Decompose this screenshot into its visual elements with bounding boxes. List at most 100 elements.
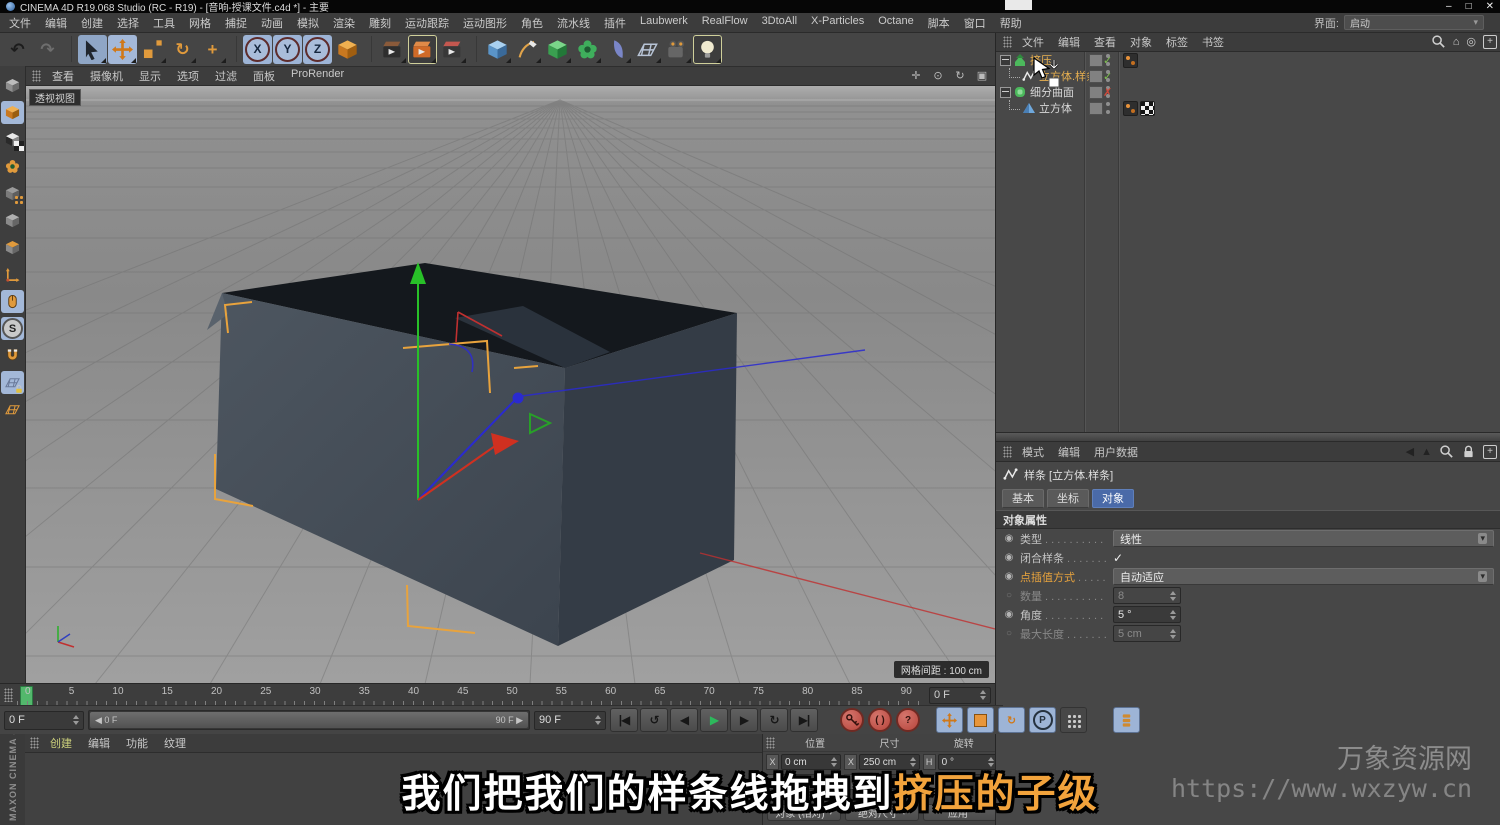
scale-key-toggle[interactable] <box>967 707 994 733</box>
panel-grip-icon[interactable] <box>766 737 775 749</box>
menu-item[interactable]: 脚本 <box>921 15 957 31</box>
enabled-state[interactable]: ✓ <box>1103 54 1112 67</box>
menu-item[interactable]: X-Particles <box>804 15 871 31</box>
expand-toggle-icon[interactable] <box>1000 55 1011 66</box>
stepper-icon[interactable] <box>980 690 986 700</box>
material-menu-item[interactable]: 纹理 <box>156 735 194 751</box>
om-home-icon[interactable]: ⌂ <box>1453 36 1460 48</box>
layer-chip[interactable] <box>1089 102 1103 115</box>
close-button[interactable]: ✕ <box>1486 1 1494 12</box>
prev-frame-button[interactable]: ◀ <box>670 708 698 732</box>
snap-toggle-button[interactable]: S <box>1 317 24 340</box>
mesh-mode-button[interactable] <box>1 155 24 178</box>
menu-item[interactable]: 运动跟踪 <box>398 15 456 31</box>
z-axis-lock-button[interactable]: Z <box>303 35 332 64</box>
menu-item[interactable]: 网格 <box>182 15 218 31</box>
lock-workplane-button[interactable] <box>1 371 24 394</box>
am-search-icon[interactable] <box>1439 444 1454 459</box>
menu-item[interactable]: 文件 <box>2 15 38 31</box>
object-manager-menu-item[interactable]: 文件 <box>1015 34 1051 50</box>
parameter-key-toggle[interactable]: P <box>1029 707 1056 733</box>
magnet-snap-button[interactable] <box>1 344 24 367</box>
angle-field[interactable]: 5 ° <box>1113 606 1181 623</box>
viewport-menu-item[interactable]: 过滤 <box>207 68 245 84</box>
generators-button[interactable] <box>543 35 572 64</box>
menu-item[interactable]: 动画 <box>254 15 290 31</box>
workplane-grid-button[interactable] <box>1 398 24 421</box>
object-row-cube[interactable]: 立方体 <box>996 100 1500 116</box>
stepper-icon[interactable] <box>595 715 601 725</box>
menu-item[interactable]: 3DtoAll <box>755 15 804 31</box>
object-manager-menu-item[interactable]: 对象 <box>1123 34 1159 50</box>
object-row-extrude[interactable]: 挤压 ✓ <box>996 52 1500 68</box>
texture-mode-button[interactable] <box>1 128 24 151</box>
stepper-icon[interactable] <box>1170 629 1176 639</box>
deformers-button[interactable] <box>573 35 602 64</box>
coordinate-system-button[interactable] <box>333 35 362 64</box>
polygons-mode-button[interactable] <box>1 236 24 259</box>
stepper-icon[interactable] <box>1170 591 1176 601</box>
menu-item[interactable]: 角色 <box>514 15 550 31</box>
texture-tag-icon[interactable] <box>1140 101 1155 116</box>
next-frame-button[interactable]: ▶ <box>730 708 758 732</box>
redo-button[interactable]: ↷ <box>33 35 62 64</box>
y-axis-lock-button[interactable]: Y <box>273 35 302 64</box>
stepper-icon[interactable] <box>73 715 79 725</box>
close-spline-checkbox[interactable]: ✓ <box>1113 551 1123 565</box>
am-lock-icon[interactable] <box>1461 444 1476 459</box>
object-row-subdivision[interactable]: 细分曲面 ✗ <box>996 84 1500 100</box>
expand-toggle-icon[interactable] <box>1000 87 1011 98</box>
menu-item[interactable]: 选择 <box>110 15 146 31</box>
goto-end-button[interactable]: ▶| <box>790 708 818 732</box>
om-search-icon[interactable] <box>1431 34 1446 49</box>
menu-item[interactable]: 流水线 <box>550 15 597 31</box>
make-editable-button[interactable] <box>1 74 24 97</box>
viewport-menu-item[interactable]: ProRender <box>283 68 352 84</box>
interface-select[interactable]: 启动 <box>1344 15 1484 30</box>
menu-item[interactable]: 雕刻 <box>362 15 398 31</box>
autokey-button[interactable]: ( ) <box>868 708 892 732</box>
material-menu-item[interactable]: 编辑 <box>80 735 118 751</box>
object-name[interactable]: 立方体 <box>1039 100 1072 116</box>
tab-object[interactable]: 对象 <box>1092 489 1134 508</box>
primitive-cube-button[interactable] <box>483 35 512 64</box>
tab-coordinates[interactable]: 坐标 <box>1047 489 1089 508</box>
next-key-button[interactable]: ↻ <box>760 708 788 732</box>
end-frame-field[interactable]: 90 F <box>534 711 606 730</box>
last-tool-button[interactable]: + <box>198 35 227 64</box>
viewport-pan-icon[interactable]: ✛ <box>909 69 923 82</box>
keyable-dot-icon[interactable]: ○ <box>1003 628 1015 639</box>
light-button[interactable] <box>693 35 722 64</box>
edges-mode-button[interactable] <box>1 209 24 232</box>
object-manager-menu-item[interactable]: 标签 <box>1159 34 1195 50</box>
keyframe-help-button[interactable]: ? <box>896 708 920 732</box>
material-menu-item[interactable]: 功能 <box>118 735 156 751</box>
object-manager-menu-item[interactable]: 编辑 <box>1051 34 1087 50</box>
om-target-icon[interactable]: ◎ <box>1466 35 1476 48</box>
attribute-menu-item[interactable]: 编辑 <box>1051 444 1087 460</box>
keyable-dot-icon[interactable]: ◉ <box>1003 533 1015 544</box>
points-mode-button[interactable] <box>1 182 24 205</box>
object-row-spline[interactable]: 立方体.样条 ✓ <box>996 68 1500 84</box>
viewport-zoom-icon[interactable]: ⊙ <box>931 69 945 82</box>
viewport-rotate-icon[interactable]: ↻ <box>953 69 967 82</box>
panel-grip-icon[interactable] <box>32 70 41 82</box>
move-button[interactable] <box>108 35 137 64</box>
panel-splitter[interactable] <box>996 432 1500 442</box>
panel-grip-icon[interactable] <box>1003 446 1012 458</box>
play-button[interactable]: ▶ <box>700 708 728 732</box>
viewport-menu-item[interactable]: 面板 <box>245 68 283 84</box>
spline-pen-button[interactable] <box>513 35 542 64</box>
camera-button[interactable] <box>663 35 692 64</box>
menu-item[interactable]: 窗口 <box>957 15 993 31</box>
viewport-menu-item[interactable]: 选项 <box>169 68 207 84</box>
interpolation-dropdown[interactable]: 自动适应 <box>1113 568 1494 585</box>
keyable-dot-icon[interactable]: ◉ <box>1003 609 1015 620</box>
menu-item[interactable]: 帮助 <box>993 15 1029 31</box>
attribute-menu-item[interactable]: 用户数据 <box>1087 444 1145 460</box>
enabled-state[interactable]: ✗ <box>1103 86 1112 99</box>
phong-tag-icon[interactable] <box>1123 53 1138 68</box>
render-picture-viewer-button[interactable] <box>408 35 437 64</box>
floor-button[interactable] <box>633 35 662 64</box>
layer-chip[interactable] <box>1089 70 1103 83</box>
